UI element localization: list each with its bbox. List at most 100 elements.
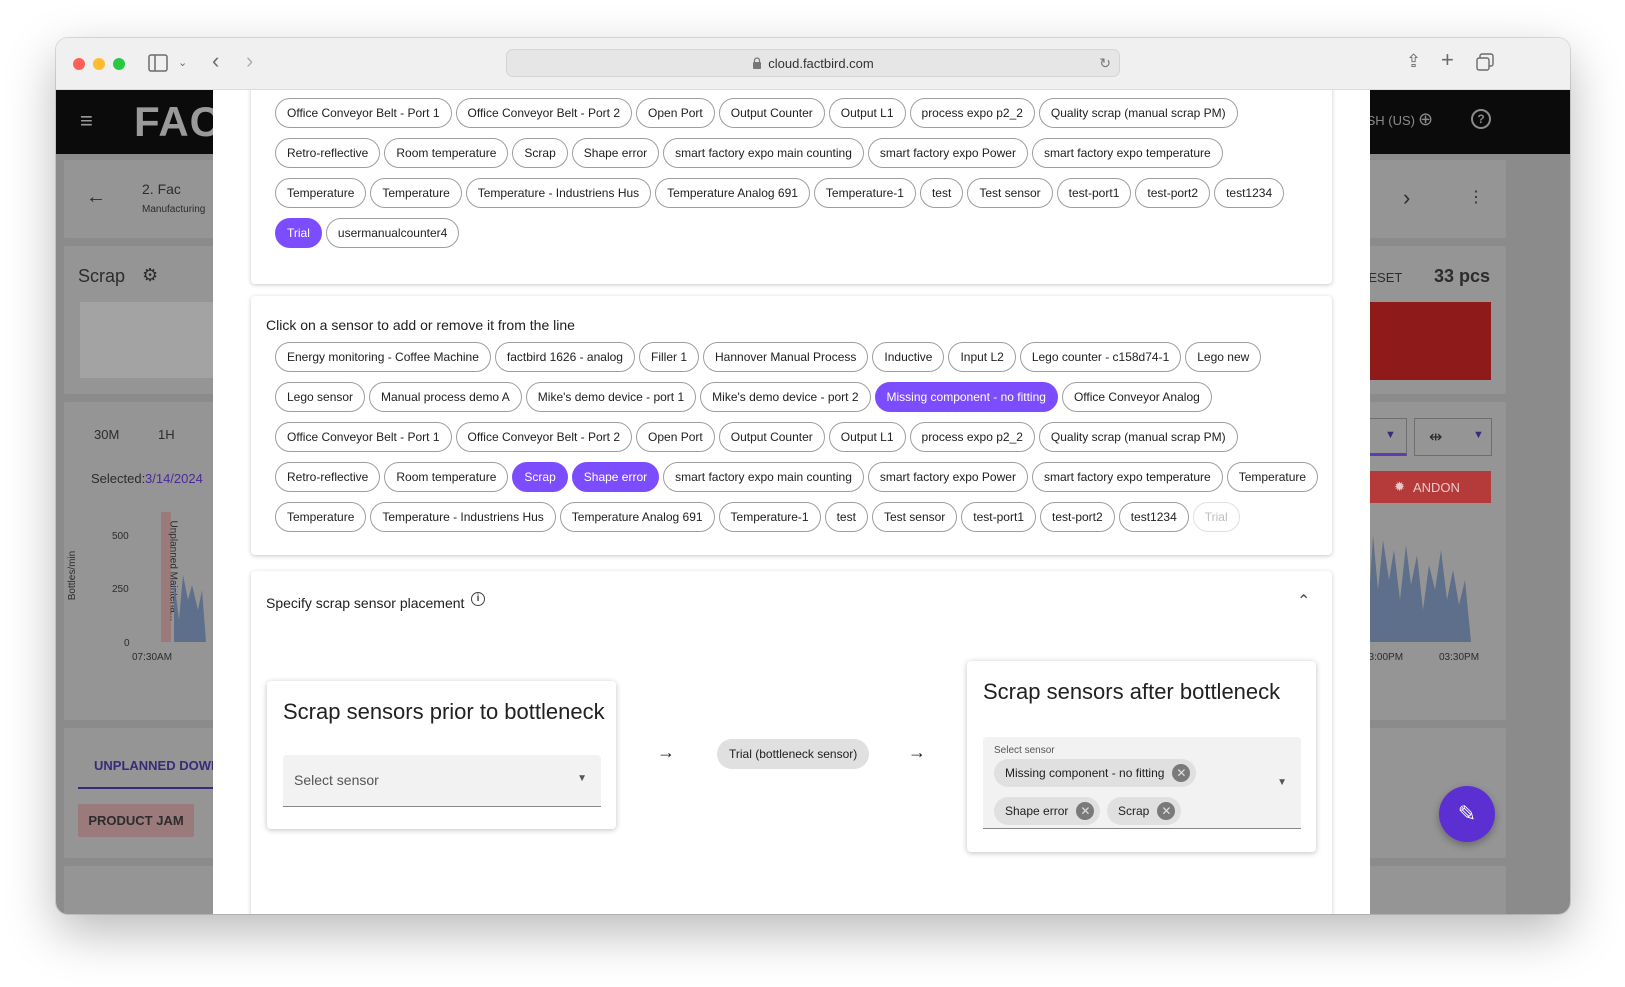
after-sensor-select[interactable]: Select sensor Missing component - no fit… (983, 737, 1301, 829)
next-icon[interactable]: › (1403, 185, 1410, 211)
address-bar[interactable]: cloud.factbird.com ↻ (506, 49, 1120, 77)
sensor-chip[interactable]: Trial (275, 218, 322, 248)
sensor-chip[interactable]: test-port1 (1056, 178, 1132, 208)
sensor-chip[interactable]: Lego new (1185, 342, 1262, 372)
prior-sensor-select[interactable]: Select sensor ▼ (283, 755, 601, 807)
sensor-chip[interactable]: Room temperature (384, 462, 509, 492)
sensor-chip[interactable]: Office Conveyor Belt - Port 1 (275, 98, 452, 128)
sensor-chip[interactable]: Office Conveyor Belt - Port 1 (275, 422, 452, 452)
sensor-chip[interactable]: Office Conveyor Belt - Port 2 (455, 422, 633, 452)
sensor-chip[interactable]: Output Counter (718, 422, 825, 452)
sensor-chip[interactable]: Scrap (512, 138, 568, 168)
sensor-chip[interactable]: Temperature - Industriens Hus (370, 502, 556, 532)
edit-fab-button[interactable]: ✎ (1439, 786, 1495, 842)
menu-icon[interactable]: ≡ (80, 108, 93, 134)
sensor-chip[interactable]: smart factory expo temperature (1031, 462, 1223, 492)
more-icon[interactable]: ⋮ (1468, 187, 1484, 207)
sensor-chip[interactable]: Office Conveyor Belt - Port 2 (455, 98, 633, 128)
sensor-chip[interactable]: process expo p2_2 (909, 98, 1035, 128)
sensor-chip[interactable]: Shape error (571, 462, 660, 492)
sensor-chip[interactable]: Temperature-1 (718, 502, 821, 532)
sensor-chip[interactable]: smart factory expo Power (867, 138, 1028, 168)
chevron-down-icon[interactable]: ⌄ (178, 53, 187, 73)
globe-icon[interactable]: ⊕ (1418, 109, 1433, 130)
sensor-chip[interactable]: Test sensor (871, 502, 958, 532)
remove-tag-icon[interactable]: ✕ (1172, 764, 1191, 782)
sensor-chip[interactable]: Temperature (1226, 462, 1319, 492)
sensor-chip[interactable]: test-port1 (961, 502, 1036, 532)
filter-dropdown[interactable]: ⇹ ▼ (1414, 418, 1492, 456)
sensor-chip[interactable]: Filler 1 (638, 342, 699, 372)
sensor-chip[interactable]: Inductive (872, 342, 945, 372)
sensor-chip[interactable]: Temperature (275, 178, 367, 208)
sensor-chip[interactable]: Temperature Analog 691 (559, 502, 715, 532)
sensor-chip[interactable]: Output L1 (828, 422, 906, 452)
sensor-chip[interactable]: Quality scrap (manual scrap PM) (1038, 422, 1238, 452)
info-icon[interactable]: i (471, 592, 485, 606)
close-window-button[interactable] (73, 58, 85, 70)
sensor-chip[interactable]: test (824, 502, 868, 532)
sensor-chip[interactable]: Retro-reflective (275, 462, 381, 492)
zoom-window-button[interactable] (113, 58, 125, 70)
sensor-chip[interactable]: Retro-reflective (275, 138, 381, 168)
range-1h-button[interactable]: 1H (158, 427, 175, 442)
forward-icon[interactable]: › (246, 50, 253, 72)
settings-gear-icon[interactable]: ⚙ (142, 265, 158, 286)
remove-tag-icon[interactable]: ✕ (1157, 802, 1176, 820)
sensor-chip[interactable]: Mike's demo device - port 2 (700, 382, 871, 412)
sensor-chip[interactable]: factbird 1626 - analog (494, 342, 635, 372)
sensor-chip[interactable]: test1234 (1118, 502, 1189, 532)
sensor-chip[interactable]: Office Conveyor Analog (1061, 382, 1212, 412)
sensor-chip[interactable]: Temperature - Industriens Hus (465, 178, 652, 208)
sensor-chip[interactable]: test (919, 178, 964, 208)
sensor-chip[interactable]: Shape error (571, 138, 660, 168)
sensor-chip[interactable]: Temperature-1 (813, 178, 916, 208)
sensor-chip[interactable]: smart factory expo temperature (1031, 138, 1223, 168)
tab-unplanned-downtime[interactable]: UNPLANNED DOWN (94, 758, 220, 773)
sensor-chip[interactable]: Temperature (275, 502, 367, 532)
sensor-chip[interactable]: Input L2 (948, 342, 1016, 372)
sensor-chip[interactable]: Temperature (370, 178, 462, 208)
sidebar-toggle-icon[interactable] (148, 54, 168, 72)
sensor-chip[interactable]: Open Port (636, 422, 715, 452)
product-jam-button[interactable]: PRODUCT JAM (78, 804, 194, 837)
share-icon[interactable]: ⇪ (1406, 51, 1421, 71)
language-label[interactable]: ISH (US) (1363, 113, 1415, 128)
sensor-chip[interactable]: smart factory expo Power (867, 462, 1028, 492)
url-text: cloud.factbird.com (768, 55, 874, 71)
sensor-chip[interactable]: Energy monitoring - Coffee Machine (275, 342, 491, 372)
new-tab-icon[interactable]: + (1441, 49, 1454, 71)
sensor-chip[interactable]: Quality scrap (manual scrap PM) (1038, 98, 1238, 128)
sensor-chip[interactable]: Manual process demo A (369, 382, 522, 412)
sensor-chip[interactable]: test-port2 (1135, 178, 1211, 208)
sensor-chip[interactable]: Hannover Manual Process (703, 342, 869, 372)
sensor-chip[interactable]: Output Counter (718, 98, 825, 128)
sensor-chip[interactable]: test1234 (1214, 178, 1285, 208)
sensor-chip[interactable]: smart factory expo main counting (663, 462, 864, 492)
sensor-chip[interactable]: usermanualcounter4 (325, 218, 460, 248)
reload-icon[interactable]: ↻ (1099, 55, 1111, 72)
help-icon[interactable]: ? (1471, 109, 1491, 129)
sensor-chip[interactable]: Test sensor (967, 178, 1053, 208)
andon-button[interactable]: ✹ ANDON (1363, 471, 1491, 503)
sensor-chip[interactable]: process expo p2_2 (909, 422, 1035, 452)
sensor-chip[interactable]: Mike's demo device - port 1 (525, 382, 697, 412)
scrap-tile (80, 302, 220, 378)
sensor-chip[interactable]: Temperature Analog 691 (655, 178, 810, 208)
back-arrow-icon[interactable]: ← (86, 186, 106, 209)
sensor-chip[interactable]: Scrap (512, 462, 568, 492)
sensor-chip[interactable]: Open Port (636, 98, 715, 128)
sensor-chip[interactable]: Lego counter - c158d74-1 (1019, 342, 1182, 372)
sensor-chip[interactable]: Lego sensor (275, 382, 366, 412)
sensor-chip[interactable]: smart factory expo main counting (663, 138, 864, 168)
range-30m-button[interactable]: 30M (94, 427, 119, 442)
minimize-window-button[interactable] (93, 58, 105, 70)
sensor-chip[interactable]: Output L1 (828, 98, 906, 128)
sensor-chip[interactable]: Room temperature (384, 138, 509, 168)
sensor-chip[interactable]: Missing component - no fitting (874, 382, 1058, 412)
tab-overview-icon[interactable] (1476, 53, 1494, 71)
remove-tag-icon[interactable]: ✕ (1076, 802, 1095, 820)
back-icon[interactable]: ‹ (212, 50, 219, 72)
collapse-chevron-icon[interactable]: ⌃ (1297, 591, 1310, 611)
sensor-chip[interactable]: test-port2 (1040, 502, 1115, 532)
